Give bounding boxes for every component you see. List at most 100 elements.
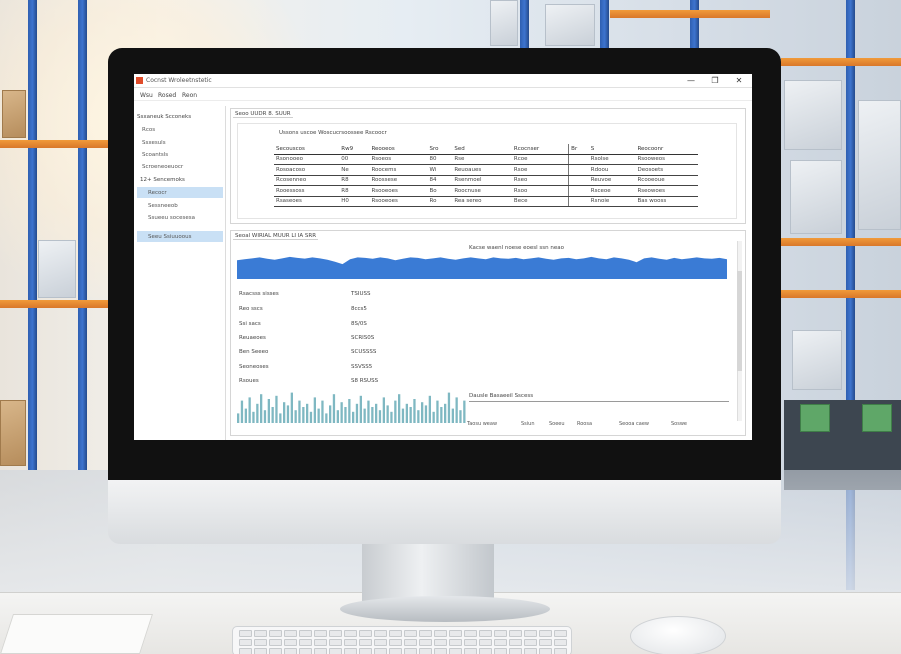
- column-header[interactable]: S: [588, 144, 636, 155]
- minimize-button[interactable]: —: [686, 76, 696, 86]
- keyboard-key: [434, 639, 447, 646]
- keyboard-key: [539, 639, 552, 646]
- activity-bar: [271, 407, 274, 423]
- menu-item[interactable]: Wsu: [140, 92, 153, 99]
- activity-bar: [279, 413, 282, 423]
- close-button[interactable]: ✕: [734, 76, 744, 86]
- table-container: Ussons uscoe Woscucrsoossee Rscoocr Seco…: [237, 123, 737, 219]
- column-header[interactable]: Sro: [427, 144, 453, 155]
- monitor-chin: [108, 480, 781, 544]
- sidebar-item-selected[interactable]: Recocr: [148, 190, 167, 196]
- table-cell: Rse: [452, 154, 512, 165]
- activity-bar: [447, 392, 451, 423]
- table-cell: Roocems: [369, 164, 428, 176]
- column-header[interactable]: Sed: [452, 144, 512, 155]
- keyboard-key: [479, 630, 492, 637]
- column-header[interactable]: Br: [568, 144, 589, 155]
- activity-bar: [424, 405, 428, 423]
- keyboard-key: [479, 648, 492, 654]
- sidebar-section-heading[interactable]: 12+ Sencemoks: [140, 177, 185, 183]
- rack-upright: [28, 0, 37, 470]
- sidebar-item[interactable]: Rcos: [142, 127, 155, 133]
- keyboard-key: [299, 648, 312, 654]
- column-header[interactable]: Reooeos: [369, 144, 428, 155]
- notebook: [0, 614, 153, 654]
- keyboard-key: [269, 639, 282, 646]
- sidebar-item[interactable]: Scroeneoeuocr: [142, 164, 183, 170]
- column-header[interactable]: Secouscos: [274, 144, 340, 155]
- activity-bar: [260, 394, 263, 423]
- table-row[interactable]: Rosoacoso Ne Roocems Wi Reuoaues Rsoe Rd…: [274, 164, 698, 176]
- storage-box: [790, 160, 842, 234]
- keyboard-key: [494, 639, 507, 646]
- stat-label: Ben Seeeo: [239, 349, 269, 355]
- keyboard-key: [389, 639, 402, 646]
- scrollbar-thumb[interactable]: [737, 271, 742, 371]
- sidebar: Ssxaneuk Scconeks Rcos Ssxesuls Scoantsl…: [134, 106, 226, 440]
- keyboard-key: [539, 648, 552, 654]
- keyboard-key: [359, 639, 372, 646]
- panel-title: Seoal WIRIAL MUUR LI IA SRR: [233, 233, 319, 240]
- table-cell: Rcosenneo: [274, 175, 340, 186]
- stat-label: Reuaeoes: [239, 335, 266, 341]
- storage-box: [545, 4, 595, 46]
- maximize-button[interactable]: ❐: [710, 76, 720, 86]
- column-header[interactable]: Reocoonr: [635, 144, 698, 155]
- sidebar-item-selected[interactable]: Seeu Ssiuuoous: [148, 234, 191, 240]
- menu-item[interactable]: Reon: [182, 92, 197, 99]
- activity-bar: [382, 397, 385, 423]
- table-cell: Rsoe: [511, 164, 569, 176]
- table-cell: Rsooweos: [635, 154, 698, 165]
- sidebar-item[interactable]: Scoantsls: [142, 152, 168, 158]
- keyboard-key: [554, 648, 567, 654]
- keyboard-key: [509, 630, 522, 637]
- keyboard-key: [494, 630, 507, 637]
- panel-title: Seoo UUDR 8. SUUR: [233, 111, 293, 118]
- table-row[interactable]: Rsonooeo 00 Rsoeos 80 Rse Rcoe Rsolse Rs…: [274, 154, 698, 165]
- menu-bar: Wsu Rosed Reon: [134, 89, 752, 101]
- table-cell: Rea sereo: [452, 196, 512, 207]
- keyboard-key: [524, 648, 537, 654]
- keyboard-key: [344, 630, 357, 637]
- activity-bar: [240, 400, 244, 423]
- activity-bar: [302, 407, 305, 423]
- keyboard-key: [554, 630, 567, 637]
- window-title: Cocnst Wroleetnstetic: [146, 77, 212, 84]
- sidebar-item[interactable]: Ssxesuls: [142, 140, 166, 146]
- column-header[interactable]: Rcocnser: [511, 144, 569, 155]
- sidebar-item[interactable]: Ssueeu socesesa: [148, 215, 195, 221]
- green-bin: [862, 404, 892, 432]
- table-cell: Deosoets: [635, 164, 698, 176]
- table-row[interactable]: Rooessoss R8 Rsooeoes Bo Roocnuse Rsoo R…: [274, 185, 698, 197]
- activity-bar: [367, 400, 370, 423]
- keyboard-key: [554, 639, 567, 646]
- keyboard-key: [389, 648, 402, 654]
- keyboard-key: [239, 630, 252, 637]
- title-bar: Cocnst Wroleetnstetic — ❐ ✕: [134, 74, 752, 88]
- storage-box: [858, 100, 901, 230]
- menu-item[interactable]: Rosed: [158, 92, 176, 99]
- activity-bar: [267, 399, 270, 423]
- table-cell: Rsoeos: [369, 154, 428, 165]
- legend-divider: [469, 401, 729, 402]
- data-table: Secouscos Rw9 Reooeos Sro Sed Rcocnser B…: [274, 144, 698, 207]
- keyboard-key: [359, 648, 372, 654]
- keyboard-key: [269, 630, 282, 637]
- chart-legend-text: Dausle Basaeeil Sscess: [469, 393, 534, 399]
- table-row[interactable]: Rsaseoes H0 Rsooeoes Ro Rea sereo Bece R…: [274, 196, 698, 207]
- table-cell: Ne: [339, 164, 370, 176]
- activity-bar: [398, 394, 401, 423]
- keyboard-key: [329, 648, 342, 654]
- keyboard-key: [389, 630, 402, 637]
- sidebar-section-heading[interactable]: Ssxaneuk Scconeks: [137, 114, 191, 120]
- table-cell: Rsenmoel: [452, 175, 512, 186]
- column-header[interactable]: Rw9: [339, 144, 370, 155]
- activity-bar: [252, 411, 255, 423]
- table-row[interactable]: Rcosenneo R8 Roossese 84 Rsenmoel Rseo R…: [274, 175, 698, 186]
- keyboard-key: [449, 639, 462, 646]
- sidebar-item[interactable]: Sessneeob: [148, 203, 178, 209]
- storage-box: [784, 80, 842, 150]
- stat-value: 8S/0S: [351, 321, 367, 327]
- table-cell: Rcoe: [511, 154, 569, 165]
- table-cell: Rsaseoes: [274, 196, 340, 207]
